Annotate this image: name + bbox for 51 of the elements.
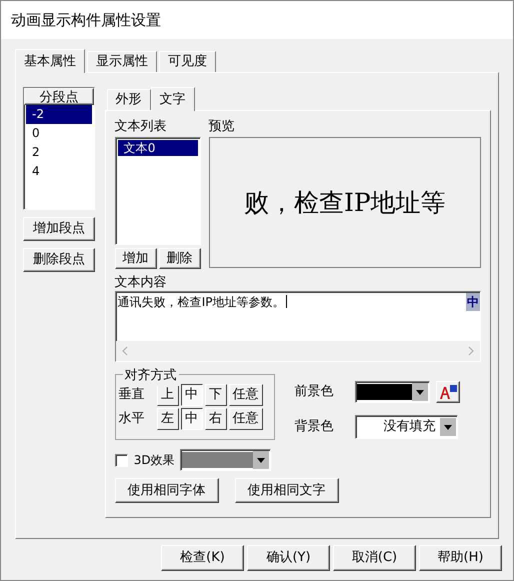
align-button[interactable]: 中 (180, 408, 203, 430)
list-button[interactable]: 删除 (158, 248, 201, 269)
tab[interactable]: 文字 (150, 87, 195, 111)
text-value: 通讯失败，检查IP地址等参数。 (118, 294, 284, 311)
list-item[interactable]: -2 (26, 105, 92, 124)
group-title: 对齐方式 (122, 366, 179, 386)
segment-button[interactable]: 增加段点 (23, 217, 95, 241)
list-item[interactable]: 文本0 (118, 140, 198, 156)
dialog-button[interactable]: 帮助(H) (419, 545, 502, 571)
align-button[interactable]: 下 (204, 384, 227, 406)
foreground-color-dropdown[interactable] (354, 381, 430, 403)
dropdown-value: 没有填充 (384, 418, 436, 436)
apply-same-button[interactable]: 使用相同文字 (234, 478, 339, 503)
window-title: 动画显示构件属性设置 (11, 10, 161, 31)
list-button[interactable]: 增加 (114, 248, 157, 269)
checkbox-label: 3D效果 (134, 452, 176, 469)
list-item[interactable]: 2 (26, 143, 92, 162)
align-button[interactable]: 上 (156, 384, 179, 406)
checkbox[interactable] (114, 454, 128, 466)
ime-indicator: 中 (466, 293, 480, 311)
tab[interactable]: 基本属性 (15, 49, 85, 73)
preview-label: 预览 (208, 118, 236, 136)
font-color-button[interactable] (436, 381, 460, 403)
align-button[interactable]: 任意 (228, 408, 263, 430)
list-item[interactable]: 4 (26, 162, 92, 181)
apply-same-button[interactable]: 使用相同字体 (114, 478, 219, 503)
list-header: 分段点 (24, 88, 94, 105)
align-button[interactable]: 任意 (228, 384, 263, 406)
dialog-button[interactable]: 检查(K) (161, 545, 244, 571)
align-button[interactable]: 右 (204, 408, 227, 430)
align-button[interactable]: 左 (156, 408, 179, 430)
row-label: 水平 (118, 410, 146, 428)
segment-button[interactable]: 删除段点 (23, 248, 95, 272)
dialog-button[interactable]: 确认(Y) (247, 545, 330, 571)
background-dropdown[interactable]: 没有填充 (354, 415, 458, 439)
text-content-label: 文本内容 (114, 274, 168, 291)
tab[interactable]: 显示属性 (87, 51, 157, 72)
text-list-label: 文本列表 (114, 118, 168, 136)
tab[interactable]: 可见度 (159, 51, 216, 72)
dialog-button[interactable]: 取消(C) (333, 545, 416, 571)
align-button[interactable]: 中 (180, 384, 203, 406)
tab[interactable]: 外形 (106, 89, 151, 110)
background-label: 背景色 (294, 418, 335, 436)
preview-text: 败，检查IP地址等 (244, 186, 446, 219)
text-cursor (286, 295, 288, 308)
row-label: 垂直 (118, 386, 146, 404)
font-letter-icon (438, 384, 457, 400)
foreground-label: 前景色 (294, 383, 335, 402)
list-item[interactable]: 0 (26, 124, 92, 143)
text-content-field[interactable]: 通讯失败，检查IP地址等参数。 中 (114, 291, 481, 362)
effect-color-dropdown[interactable] (180, 449, 271, 471)
